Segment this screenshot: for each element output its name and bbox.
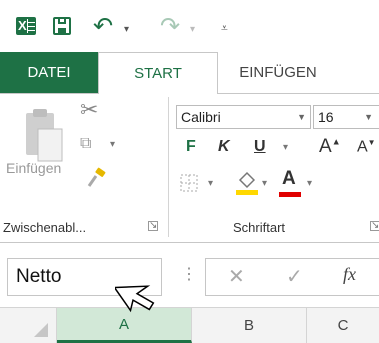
- chevron-down-icon: ▼: [364, 112, 373, 122]
- cut-icon[interactable]: ✂: [80, 97, 98, 123]
- paste-icon[interactable]: [18, 107, 66, 167]
- bold-button[interactable]: F: [186, 138, 196, 156]
- font-color-button[interactable]: A: [282, 168, 296, 190]
- font-size-combo[interactable]: 16 ▼: [313, 105, 379, 129]
- grow-font-label: A: [319, 136, 332, 157]
- font-size-value: 16: [318, 109, 334, 125]
- fill-color-icon[interactable]: [234, 170, 260, 196]
- excel-icon: X: [16, 17, 36, 35]
- redo-dropdown-icon[interactable]: ▾: [190, 24, 195, 35]
- font-group-label: Schriftart: [233, 220, 286, 235]
- redo-icon[interactable]: ↷: [160, 15, 180, 39]
- column-header-c[interactable]: C: [307, 307, 379, 343]
- select-all-corner[interactable]: [0, 307, 57, 343]
- customize-qat-icon[interactable]: ⩡: [221, 21, 228, 36]
- clipboard-launcher-icon[interactable]: ↘: [148, 221, 158, 231]
- undo-icon[interactable]: ↶: [93, 15, 113, 39]
- borders-icon[interactable]: [178, 172, 200, 194]
- undo-dropdown-icon[interactable]: ▾: [124, 24, 129, 35]
- underline-dropdown-icon[interactable]: ▾: [283, 142, 288, 153]
- tab-datei[interactable]: DATEI: [0, 52, 98, 93]
- chevron-down-icon: ▼: [297, 112, 306, 122]
- excel-logo-letter: X: [18, 18, 27, 33]
- grow-font-button[interactable]: A▲: [319, 136, 341, 158]
- enter-check-icon[interactable]: ✓: [286, 264, 303, 289]
- font-color-dropdown-icon[interactable]: ▾: [307, 178, 312, 189]
- font-name-combo[interactable]: Calibri ▼: [176, 105, 311, 129]
- column-header-b[interactable]: B: [192, 307, 307, 343]
- copy-dropdown-icon[interactable]: ▾: [110, 139, 115, 150]
- shrink-font-label: A: [357, 138, 368, 156]
- insert-function-icon[interactable]: fx: [343, 264, 356, 285]
- mouse-pointer-icon: [113, 281, 165, 329]
- cancel-icon[interactable]: ✕: [228, 264, 245, 289]
- shrink-font-button[interactable]: A▼: [357, 138, 376, 156]
- formula-bar-grip-icon: ⋮: [181, 266, 197, 283]
- tab-einfuegen[interactable]: EINFÜGEN: [218, 52, 338, 93]
- italic-button[interactable]: K: [218, 138, 230, 156]
- fill-color-dropdown-icon[interactable]: ▾: [262, 178, 267, 189]
- font-color-swatch: [279, 192, 301, 197]
- group-separator: [168, 97, 169, 237]
- font-color-letter: A: [282, 168, 296, 189]
- borders-dropdown-icon[interactable]: ▾: [208, 178, 213, 189]
- clipboard-group-label: Zwischenabl...: [3, 220, 87, 235]
- save-icon[interactable]: [53, 17, 71, 35]
- underline-button[interactable]: U: [254, 138, 266, 156]
- font-name-value: Calibri: [181, 109, 221, 125]
- font-launcher-icon[interactable]: ↘: [370, 221, 379, 231]
- tab-start[interactable]: START: [98, 52, 218, 94]
- paste-label[interactable]: Einfügen: [6, 160, 61, 176]
- copy-icon[interactable]: ⧉: [80, 135, 91, 153]
- format-painter-icon[interactable]: [86, 167, 108, 189]
